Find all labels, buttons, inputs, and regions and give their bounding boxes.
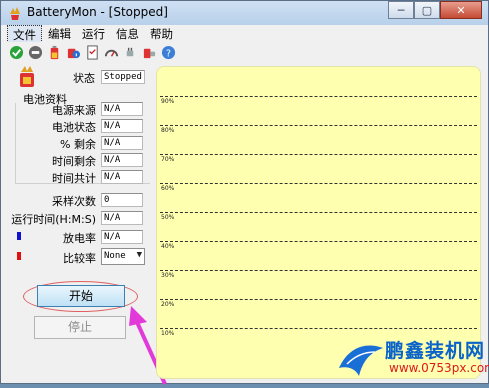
app-icon	[10, 7, 20, 20]
discharge-value: N/A	[101, 230, 143, 244]
gridlabel-20: 20%	[161, 301, 175, 308]
chevron-down-icon: ▼	[136, 250, 142, 260]
runtime-value: N/A	[101, 211, 143, 225]
gridline-40	[160, 241, 477, 242]
gridlabel-40: 40%	[161, 243, 175, 250]
document-icon[interactable]	[85, 44, 100, 60]
compare-select-value: None	[104, 251, 126, 261]
menu-run[interactable]: 运行	[77, 25, 110, 41]
power-source-label: 电源来源	[52, 104, 96, 117]
battery-plug-icon[interactable]	[142, 45, 157, 60]
compare-select[interactable]: None ▼	[101, 248, 145, 265]
status-value: Stopped	[101, 70, 145, 84]
gridlabel-50: 50%	[161, 214, 175, 221]
close-button[interactable]: ✕	[440, 1, 482, 19]
start-button[interactable]: 开始	[37, 285, 125, 307]
title-bar[interactable]: BatteryMon - [Stopped] ─ ▢ ✕	[1, 1, 488, 25]
total-time-label: 时间共计	[52, 172, 96, 185]
battery-status-value: N/A	[101, 119, 143, 133]
gridline-70	[160, 154, 477, 155]
gridline-30	[160, 270, 477, 271]
samples-label: 采样次数	[52, 195, 96, 208]
batterymon-window: BatteryMon - [Stopped] ─ ▢ ✕ 文件 编辑 运行 信息…	[0, 0, 489, 385]
battery-info-icon[interactable]	[66, 45, 81, 60]
help-icon[interactable]: ?	[161, 45, 176, 60]
percent-remaining-value: N/A	[101, 136, 143, 150]
gridline-60	[160, 183, 477, 184]
gridlabel-60: 60%	[161, 185, 175, 192]
gridline-20	[160, 299, 477, 300]
svg-text:?: ?	[166, 48, 171, 59]
gridline-90	[160, 96, 477, 97]
status-label: 状态	[73, 72, 95, 85]
watermark: 鹏鑫装机网 www.0753px.com	[337, 336, 489, 382]
runtime-label: 运行时间(H:M:S)	[11, 213, 96, 226]
time-remaining-value: N/A	[101, 153, 143, 167]
gridlabel-70: 70%	[161, 156, 175, 163]
battery-status-label: 电池状态	[52, 121, 96, 134]
menu-info[interactable]: 信息	[111, 25, 144, 41]
compare-label: 比较率	[63, 252, 96, 265]
gauge-icon[interactable]	[104, 45, 119, 60]
battery-icon[interactable]	[47, 45, 62, 60]
minimize-button[interactable]: ─	[388, 1, 414, 19]
gridlabel-30: 30%	[161, 272, 175, 279]
samples-value: 0	[101, 193, 143, 207]
time-remaining-label: 时间剩余	[52, 155, 96, 168]
gridline-50	[160, 212, 477, 213]
menu-help[interactable]: 帮助	[145, 25, 178, 41]
toolbar: ?	[1, 42, 488, 62]
menu-bar: 文件 编辑 运行 信息 帮助	[1, 25, 488, 43]
plug-icon[interactable]	[123, 45, 138, 60]
gridlabel-90: 90%	[161, 98, 175, 105]
stop-icon[interactable]	[28, 45, 43, 60]
power-source-value: N/A	[101, 102, 143, 116]
gridlabel-80: 80%	[161, 127, 175, 134]
menu-file[interactable]: 文件	[7, 25, 42, 43]
green-check-icon[interactable]	[9, 45, 24, 60]
client-area: 状态 Stopped 电池资料 电源来源 N/A 电池状态 N/A % 剩余 N…	[1, 62, 488, 385]
window-controls: ─ ▢ ✕	[388, 1, 482, 19]
stop-button: 停止	[34, 316, 126, 339]
gridline-10	[160, 328, 477, 329]
maximize-button[interactable]: ▢	[414, 1, 440, 19]
discharge-label: 放电率	[63, 232, 96, 245]
discharge-color-swatch	[17, 232, 21, 240]
gridline-80	[160, 125, 477, 126]
gridlabel-10: 10%	[161, 330, 175, 337]
menu-edit[interactable]: 编辑	[43, 25, 76, 41]
percent-remaining-label: % 剩余	[60, 138, 96, 151]
battery-chart: 90% 80% 70% 60% 50% 40% 30% 20% 10%	[156, 66, 481, 379]
watermark-bird-logo	[339, 345, 383, 376]
window-title: BatteryMon - [Stopped]	[27, 5, 168, 19]
total-time-value: N/A	[101, 170, 143, 184]
compare-color-swatch	[17, 252, 21, 260]
watermark-name: 鹏鑫装机网	[385, 340, 486, 362]
watermark-url: www.0753px.com	[389, 361, 489, 375]
battery-logo-icon	[20, 66, 34, 87]
